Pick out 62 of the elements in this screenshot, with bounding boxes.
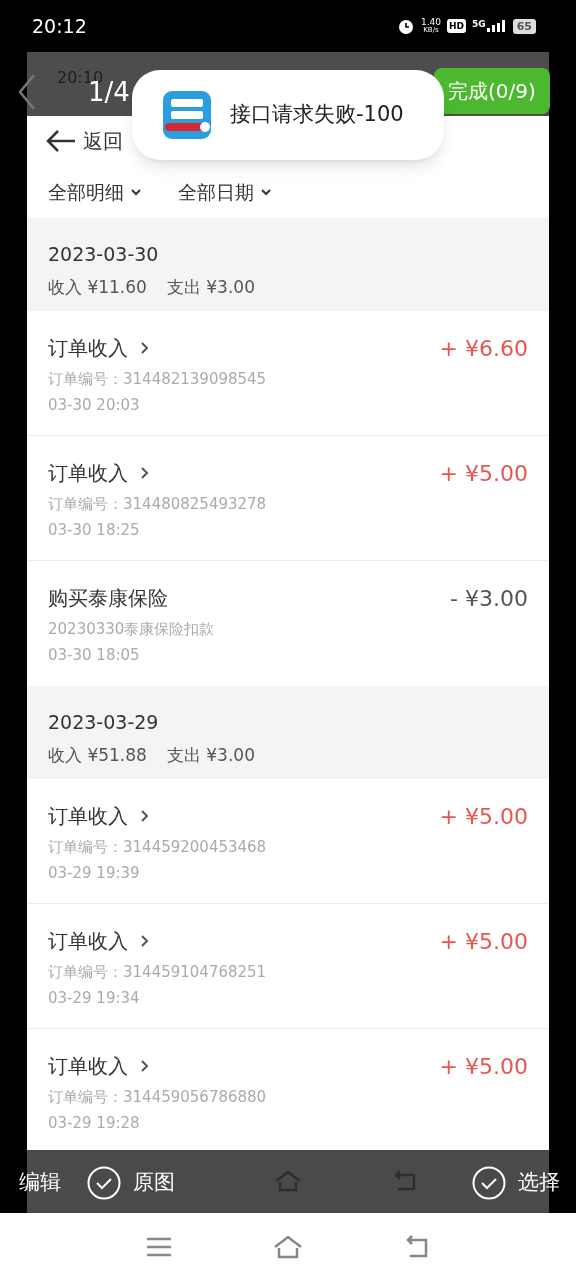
- status-time: 20:12: [32, 13, 87, 39]
- transaction-detail: 订单编号：314480825493278: [48, 494, 267, 514]
- signal-icon: [486, 20, 507, 32]
- net-speed: 1.40: [420, 18, 441, 27]
- transaction-amount: - ¥3.00: [450, 585, 528, 613]
- menu-icon[interactable]: [146, 1236, 172, 1257]
- transaction-detail: 订单编号：314459056786880: [48, 1087, 267, 1107]
- transaction-row[interactable]: 购买泰康保险 20230330泰康保险扣款 03-30 18:05 - ¥3.00: [27, 561, 549, 686]
- alarm-icon: [396, 17, 415, 35]
- battery-indicator: 65: [512, 18, 536, 34]
- income-total: 收入 ¥51.88: [48, 744, 147, 766]
- transaction-time: 03-29 19:39: [48, 863, 141, 883]
- group-date: 2023-03-30: [48, 242, 160, 266]
- caret-icon: [130, 188, 142, 196]
- transaction-time: 03-30 20:03: [48, 395, 141, 415]
- transaction-row[interactable]: 订单收入 订单编号：314482139098545 03-30 20:03 + ¥6.60: [27, 311, 549, 436]
- expense-total: 支出 ¥3.00: [166, 744, 255, 766]
- expense-total: 支出 ¥3.00: [166, 276, 255, 298]
- transaction-row[interactable]: 订单收入 订单编号：314459200453468 03-29 19:39 + ¥5.00: [27, 779, 549, 904]
- transaction-row[interactable]: 订单收入 订单编号：314459056786880 03-29 19:28 + ¥5.00: [27, 1029, 549, 1154]
- check-toggle[interactable]: 选择: [472, 1166, 560, 1200]
- transaction-row[interactable]: 订单收入 订单编号：314480825493278 03-30 18:25 + ¥5.00: [27, 436, 549, 561]
- back-icon: [392, 1170, 418, 1192]
- check-circle-icon: [87, 1166, 121, 1200]
- transaction-title: 订单收入: [48, 335, 128, 361]
- home-icon: [273, 1170, 303, 1192]
- transaction-time: 03-30 18:25: [48, 520, 141, 540]
- transaction-title: 订单收入: [48, 928, 128, 954]
- filter-dropdown[interactable]: 全部明细: [48, 177, 142, 207]
- transaction-amount: + ¥5.00: [439, 460, 528, 488]
- hd-badge: HD: [447, 19, 467, 33]
- toast-message: 接口请求失败-100: [230, 101, 404, 129]
- transaction-row[interactable]: 订单收入 订单编号：314459104768251 03-29 19:34 + ¥5.00: [27, 904, 549, 1029]
- transaction-title: 订单收入: [48, 803, 128, 829]
- transaction-amount: + ¥6.60: [439, 335, 528, 363]
- home-icon[interactable]: [272, 1234, 304, 1259]
- transaction-detail: 20230330泰康保险扣款: [48, 619, 215, 639]
- network-label: 5G: [472, 20, 486, 29]
- group-date: 2023-03-29: [48, 710, 160, 734]
- back-icon[interactable]: [404, 1234, 430, 1259]
- transaction-detail: 订单编号：314482139098545: [48, 369, 267, 389]
- income-total: 收入 ¥11.60: [48, 276, 147, 298]
- transaction-time: 03-29 19:34: [48, 988, 141, 1008]
- caret-icon: [260, 188, 272, 196]
- edit-button[interactable]: 编辑: [19, 1167, 61, 1199]
- transaction-detail: 订单编号：314459200453468: [48, 837, 267, 857]
- transaction-amount: + ¥5.00: [439, 928, 528, 956]
- check-toggle[interactable]: 原图: [87, 1166, 175, 1200]
- transaction-amount: + ¥5.00: [439, 803, 528, 831]
- previous-icon[interactable]: [16, 72, 38, 112]
- transaction-time: 03-29 19:28: [48, 1113, 141, 1133]
- filter-dropdown[interactable]: 全部日期: [178, 177, 272, 207]
- transaction-amount: + ¥5.00: [439, 1053, 528, 1081]
- transaction-title: 购买泰康保险: [48, 585, 168, 611]
- check-circle-icon: [472, 1166, 506, 1200]
- transaction-detail: 订单编号：314459104768251: [48, 962, 267, 982]
- app-icon: [162, 90, 212, 140]
- transaction-title: 订单收入: [48, 1053, 128, 1079]
- transaction-title: 订单收入: [48, 460, 128, 486]
- transaction-time: 03-30 18:05: [48, 645, 141, 665]
- back-arrow-icon: [45, 129, 77, 153]
- back-button[interactable]: 返回: [45, 126, 123, 156]
